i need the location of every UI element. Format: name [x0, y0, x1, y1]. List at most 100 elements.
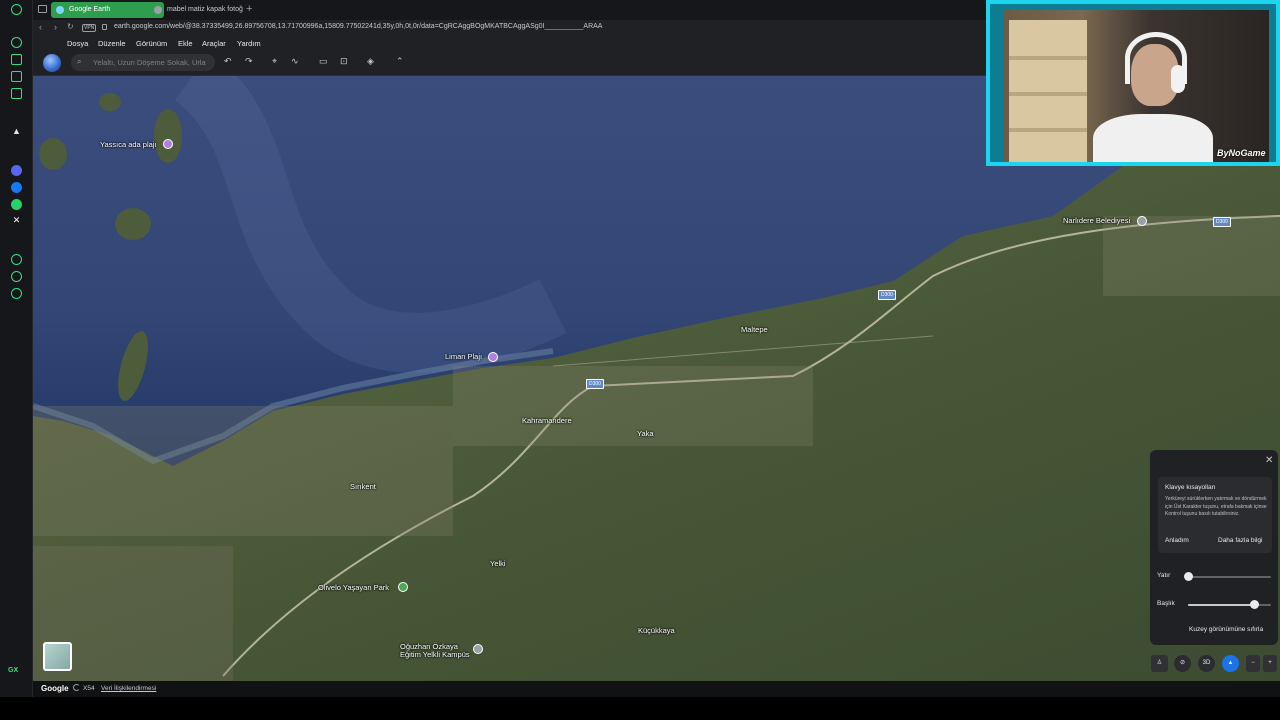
whatsapp-icon[interactable]: [11, 199, 22, 210]
zoom-out-icon[interactable]: −: [1246, 655, 1260, 672]
address-bar: ‹ › ↻ VPN earth.google.com/web/@38.37335…: [33, 20, 986, 36]
compass-icon[interactable]: ▲: [1222, 655, 1239, 672]
vpn-badge[interactable]: VPN: [82, 24, 97, 32]
gx-icon[interactable]: GX: [8, 667, 18, 674]
tilt-label: Yatır: [1157, 572, 1171, 579]
redo-icon[interactable]: ↷: [245, 56, 253, 67]
satellite-map[interactable]: Yassıca ada plajı Liman Plajı Narlıdere …: [33, 76, 1280, 681]
place-pin-icon[interactable]: [163, 139, 173, 149]
browser-side-panel: ▲ ✕ GX: [0, 0, 33, 697]
new-tab-icon[interactable]: +: [246, 3, 252, 15]
place-pin-icon[interactable]: [488, 352, 498, 362]
tilt-slider[interactable]: [1184, 572, 1271, 581]
place-label[interactable]: Kahramandere: [522, 416, 572, 425]
webcam-video: ByNoGame: [1003, 10, 1269, 162]
search-input[interactable]: [93, 56, 211, 69]
tilt-slider-knob[interactable]: [1184, 572, 1193, 581]
menu-file[interactable]: Dosya: [67, 39, 88, 48]
place-pin-icon[interactable]: [398, 582, 408, 592]
place-label[interactable]: Olivelo Yaşayan Park: [318, 583, 389, 592]
webcam-frame: ByNoGame: [990, 4, 1276, 162]
place-label[interactable]: Yassıca ada plajı: [100, 140, 157, 149]
gx-corner-icon[interactable]: [11, 88, 22, 99]
history-icon[interactable]: [11, 254, 22, 265]
x-twitter-icon[interactable]: ✕: [11, 215, 22, 226]
place-label[interactable]: Yelki: [490, 559, 506, 568]
tab-google-earth[interactable]: Google Earth: [51, 2, 164, 18]
place-label[interactable]: Küçükkaya: [638, 626, 675, 635]
menu-edit[interactable]: Düzenle: [98, 39, 126, 48]
shortcut-tip-card: Klavye kısayolları Yerküreyi sürüklerken…: [1158, 477, 1272, 553]
shortcut-body: Yerküreyi sürüklerken yatırmak ve döndür…: [1165, 496, 1267, 517]
google-earth-favicon-icon: [56, 6, 64, 14]
place-label[interactable]: Sırıkent: [350, 482, 376, 491]
earth-toolbar: ⌕ ↶ ↷ ⌖ ∿ ▭ ⊡ ◈ ⌃: [33, 52, 986, 76]
menu-help[interactable]: Yardım: [237, 39, 261, 48]
refresh-icon[interactable]: [11, 37, 22, 48]
reload-icon[interactable]: ↻: [67, 22, 74, 31]
zoom-in-icon[interactable]: +: [1263, 655, 1277, 672]
bookshelf: [1009, 20, 1087, 162]
extension-icon[interactable]: [11, 54, 22, 65]
collapse-icon[interactable]: ⌃: [396, 56, 404, 67]
place-pin-icon[interactable]: [1137, 216, 1147, 226]
heading-slider[interactable]: [1188, 600, 1271, 609]
place-label[interactable]: Maltepe: [741, 325, 768, 334]
road-shield: D300: [1213, 217, 1231, 227]
url-field[interactable]: earth.google.com/web/@38.37335499,26.897…: [114, 23, 602, 30]
reset-north-link[interactable]: Kuzey görünümüne sıfırla: [1189, 626, 1263, 633]
hide-icon[interactable]: ⊘: [1174, 655, 1191, 672]
earth-logo-icon[interactable]: [43, 54, 61, 72]
back-icon[interactable]: ‹: [39, 22, 42, 32]
shortcut-title: Klavye kısayolları: [1165, 484, 1216, 491]
screenshot-icon[interactable]: ⊡: [340, 56, 348, 67]
messenger-icon[interactable]: [11, 182, 22, 193]
close-icon[interactable]: ✕: [1265, 455, 1273, 466]
menu-tools[interactable]: Araçlar: [202, 39, 226, 48]
zoom-level: X54: [83, 685, 95, 692]
aria-icon[interactable]: ▲: [11, 126, 22, 137]
forward-icon[interactable]: ›: [54, 22, 57, 32]
tab-list-icon[interactable]: [38, 5, 47, 13]
keyboard-shortcut-panel: ✕ Klavye kısayolları Yerküreyi sürüklerk…: [1150, 450, 1278, 645]
layers-icon[interactable]: ◈: [367, 56, 374, 67]
undo-icon[interactable]: ↶: [224, 56, 232, 67]
draw-path-icon[interactable]: ∿: [291, 56, 299, 67]
data-attribution-link[interactable]: Veri İlişkilendirmesi: [101, 685, 156, 692]
opera-logo-icon[interactable]: [11, 4, 22, 15]
tab-search[interactable]: mabel matiz kapak fotoğ: [149, 2, 244, 18]
road-shield: D300: [878, 290, 896, 300]
search-icon: ⌕: [77, 57, 82, 66]
headset-earcup: [1171, 65, 1185, 93]
loading-spinner-icon: [73, 684, 80, 691]
tab-title: mabel matiz kapak fotoğ: [167, 6, 243, 13]
webcam-overlay: ByNoGame: [986, 0, 1280, 166]
wallet-icon[interactable]: [11, 71, 22, 82]
map-style-thumbnail[interactable]: [43, 642, 72, 671]
settings-icon[interactable]: [11, 288, 22, 299]
place-pin-icon[interactable]: [473, 644, 483, 654]
lock-icon[interactable]: [102, 24, 107, 30]
road-shield: D300: [586, 379, 604, 389]
screen-bottom-band: [0, 697, 1280, 720]
menu-add[interactable]: Ekle: [178, 39, 193, 48]
measure-icon[interactable]: ▭: [319, 56, 328, 67]
chat-icon[interactable]: [11, 271, 22, 282]
place-label[interactable]: Liman Plajı: [445, 352, 482, 361]
menu-view[interactable]: Görünüm: [136, 39, 167, 48]
place-label[interactable]: Oğuzhan Özkaya Eğitim Yelkli Kampüs: [400, 643, 470, 659]
pegman-icon[interactable]: ♙: [1151, 655, 1168, 672]
add-placemark-icon[interactable]: ⌖: [272, 56, 277, 67]
learn-more-button[interactable]: Daha fazla bilgi: [1218, 537, 1262, 544]
place-label[interactable]: Yaka: [637, 429, 654, 438]
map-imagery: [33, 76, 1280, 681]
place-label[interactable]: Narlıdere Belediyesi: [1063, 216, 1130, 225]
heading-slider-knob[interactable]: [1250, 600, 1260, 609]
search-box[interactable]: ⌕: [71, 54, 215, 71]
map-status-bar: Google X54 Veri İlişkilendirmesi: [33, 681, 1280, 697]
streamer-shirt: [1093, 114, 1213, 162]
view-3d-button[interactable]: 3D: [1198, 655, 1215, 672]
twitch-icon[interactable]: [11, 165, 22, 176]
got-it-button[interactable]: Anladım: [1165, 537, 1189, 544]
google-logo: Google: [41, 684, 69, 693]
